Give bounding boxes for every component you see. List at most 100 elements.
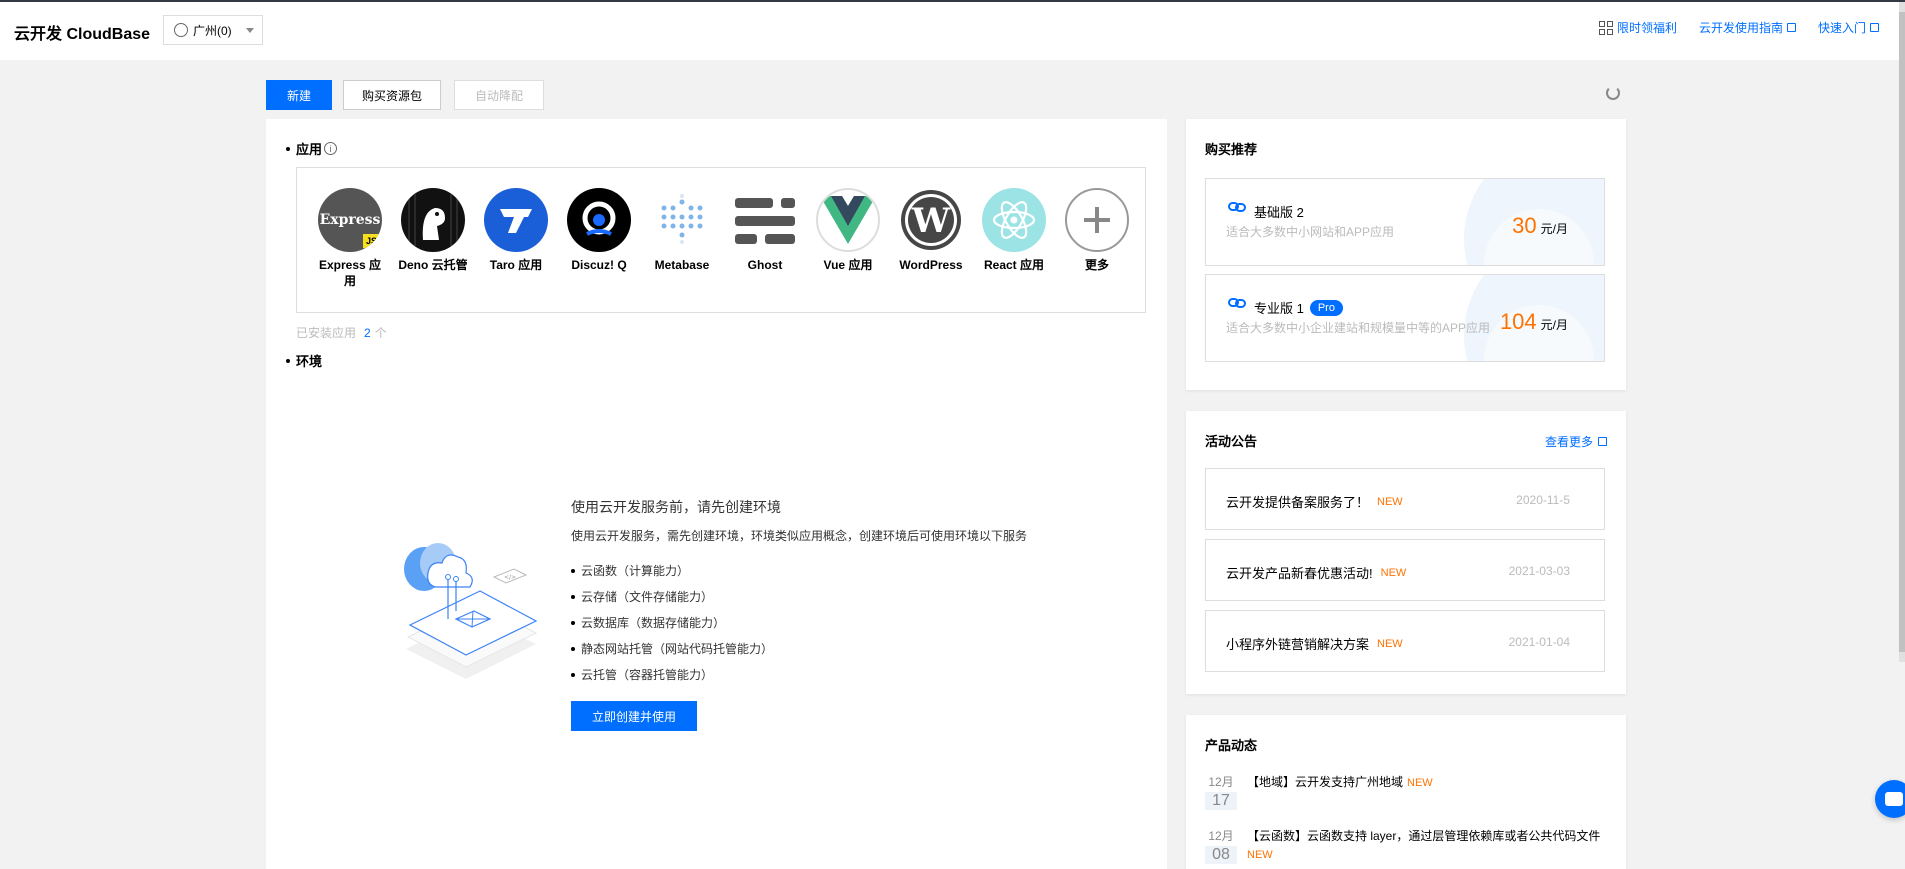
product-news-title: 产品动态: [1205, 738, 1258, 753]
notice-date: 2021-03-03: [1508, 564, 1570, 578]
app-name: React 应用: [983, 258, 1045, 272]
header-bar: 云开发 CloudBase 广州(0) 限时领福利 云开发使用指南 快速入门: [0, 2, 1905, 60]
scrollbar-thumb[interactable]: [1899, 12, 1905, 652]
grid-icon: [1598, 20, 1613, 35]
app-name: Ghost: [747, 258, 783, 272]
news-date: 12月 17: [1205, 773, 1237, 810]
news-day: 08: [1205, 846, 1237, 864]
plus-icon: [1065, 188, 1129, 252]
app-item-metabase[interactable]: Metabase: [647, 188, 717, 273]
external-link-icon: [1598, 437, 1607, 446]
new-tag: NEW: [1377, 637, 1403, 650]
plan-card-pro[interactable]: 专业版 1 Pro 适合大多数中小企业建站和规模量中等的APP应用 104 元/月: [1205, 274, 1605, 362]
region-select[interactable]: 广州(0): [163, 15, 263, 45]
quickstart-link[interactable]: 快速入门: [1818, 19, 1879, 36]
notice-item[interactable]: 云开发提供备案服务了！ NEW 2020-11-5: [1205, 468, 1605, 530]
app-item-express[interactable]: Express JS Express 应用: [315, 188, 385, 289]
app-name: Taro 应用: [489, 258, 543, 272]
quickstart-link-label: 快速入门: [1817, 21, 1866, 35]
react-logo: [982, 188, 1046, 252]
news-text-label: 【云函数】云函数支持 layer，通过层管理依赖库或者公共代码文件: [1247, 829, 1601, 843]
activity-panel: 活动公告 查看更多 云开发提供备案服务了！ NEW 2020-11-5 云开发产品…: [1186, 411, 1626, 694]
app-item-deno[interactable]: Deno 云托管: [398, 188, 468, 273]
taro-logo: [484, 188, 548, 252]
price-unit: 元/月: [1540, 318, 1568, 332]
news-text: 【云函数】云函数支持 layer，通过层管理依赖库或者公共代码文件 NEW: [1247, 827, 1617, 864]
discuz-logo: [567, 188, 631, 252]
plan-name: 基础版 2: [1254, 202, 1304, 221]
new-tag: NEW: [1380, 566, 1407, 579]
notice-title-label: 小程序外链营销解决方案: [1226, 637, 1370, 652]
express-logo: Express JS: [318, 188, 382, 252]
apps-title-label: 应用: [296, 142, 323, 157]
news-month: 12月: [1208, 829, 1234, 843]
app-item-vue[interactable]: Vue 应用: [813, 188, 883, 273]
plan-price: 104 元/月: [1500, 309, 1568, 335]
news-text-label: 【地域】云开发支持广州地域: [1247, 775, 1404, 789]
apps-section-title: 应用 i: [286, 139, 338, 158]
view-more-label: 查看更多: [1544, 435, 1593, 449]
app-item-react[interactable]: React 应用: [979, 188, 1049, 273]
price-number: 104: [1499, 309, 1537, 334]
view-more-link[interactable]: 查看更多: [1545, 433, 1607, 450]
app-item-more[interactable]: 更多: [1062, 188, 1132, 273]
new-tag: NEW: [1407, 777, 1433, 789]
plan-card-basic[interactable]: 基础版 2 适合大多数中小网站和APP应用 30 元/月: [1205, 178, 1605, 266]
news-text: 【地域】云开发支持广州地域 NEW: [1247, 773, 1617, 792]
create-env-button[interactable]: 立即创建并使用: [571, 701, 697, 731]
external-link-icon: [1870, 23, 1879, 32]
cloud-illustration: </>: [404, 543, 538, 679]
svg-text:W: W: [911, 201, 951, 241]
main-panel: 应用 i Express JS Express 应用 Deno 云托管 Taro…: [266, 119, 1167, 869]
js-badge: JS: [362, 234, 380, 248]
new-button[interactable]: 新建: [266, 80, 332, 110]
installed-count-link[interactable]: 2: [364, 326, 371, 340]
brand-title: 云开发 CloudBase: [14, 26, 151, 43]
deno-logo: [401, 188, 465, 252]
benefit-link-label: 限时领福利: [1616, 21, 1677, 35]
list-item: 云数据库（数据存储能力）: [571, 610, 1027, 636]
app-name: Deno 云托管: [398, 258, 468, 272]
chevron-down-icon: [246, 28, 254, 33]
guide-link[interactable]: 云开发使用指南: [1699, 19, 1796, 36]
info-icon[interactable]: i: [324, 142, 338, 155]
app-item-discuz[interactable]: Discuz! Q: [564, 188, 634, 273]
list-item: 云托管（容器托管能力）: [571, 662, 1027, 688]
news-day: 17: [1205, 792, 1237, 810]
empty-env-message: 使用云开发服务前，请先创建环境 使用云开发服务，需先创建环境，环境类似应用概念，…: [571, 497, 1027, 688]
notice-item[interactable]: 云开发产品新春优惠活动! NEW 2021-03-03: [1205, 539, 1605, 601]
new-tag: NEW: [1247, 849, 1273, 861]
news-date: 12月 08: [1205, 827, 1237, 864]
new-tag: NEW: [1377, 495, 1403, 508]
notice-item[interactable]: 小程序外链营销解决方案 NEW 2021-01-04: [1205, 610, 1605, 672]
express-logo-text: Express: [319, 212, 381, 228]
notice-title: 云开发提供备案服务了！ NEW: [1226, 492, 1403, 511]
chat-bubble-icon: [1885, 792, 1903, 806]
news-month: 12月: [1208, 775, 1234, 789]
refresh-icon[interactable]: [1606, 86, 1620, 100]
pro-badge: Pro: [1309, 299, 1343, 316]
app-item-wordpress[interactable]: W WordPress: [896, 188, 966, 273]
app-name: Express 应用: [318, 258, 382, 288]
installed-label: 已安装应用: [296, 326, 357, 340]
env-section-title: 环境: [286, 351, 322, 370]
svg-text:</>: </>: [504, 574, 516, 581]
bullet: [286, 146, 290, 151]
page-scrollbar[interactable]: [1899, 2, 1905, 662]
metabase-logo: [650, 188, 714, 252]
app-item-ghost[interactable]: Ghost: [730, 188, 800, 273]
plan-name-label: 基础版 2: [1254, 205, 1304, 220]
package-icon: [1228, 298, 1246, 308]
header-links: 限时领福利 云开发使用指南 快速入门: [1598, 19, 1879, 36]
buy-package-button[interactable]: 购买资源包: [343, 80, 441, 110]
list-item: 静态网站托管（网站代码托管能力）: [571, 636, 1027, 662]
chat-button[interactable]: [1875, 780, 1905, 818]
vue-logo: [816, 188, 880, 252]
price-number: 30: [1512, 213, 1537, 238]
env-title-label: 环境: [296, 354, 323, 369]
benefit-link[interactable]: 限时领福利: [1598, 19, 1677, 36]
empty-desc: 使用云开发服务，需先创建环境，环境类似应用概念，创建环境后可使用环境以下服务: [571, 529, 1028, 543]
product-news-panel: 产品动态 12月 17 【地域】云开发支持广州地域 NEW 12月 08 【云函数…: [1186, 715, 1626, 869]
activity-title: 活动公告: [1205, 434, 1258, 449]
app-item-taro[interactable]: Taro 应用: [481, 188, 551, 273]
